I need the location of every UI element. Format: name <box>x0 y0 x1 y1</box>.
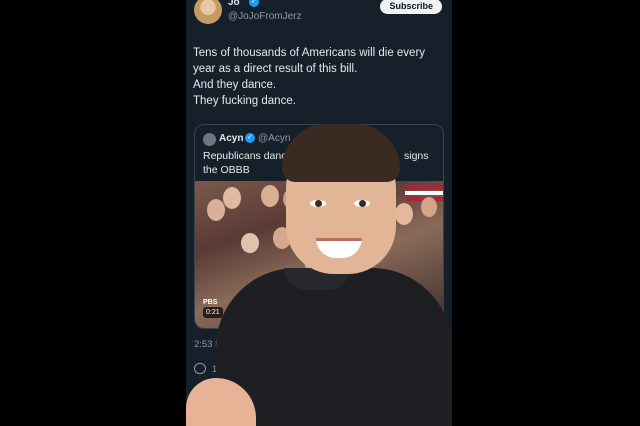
author-name[interactable]: Jo <box>228 0 240 8</box>
tweet-timestamp: 2:53 PM <box>194 339 230 350</box>
crowd-person <box>223 187 241 209</box>
pbs-badge: PBS <box>203 299 218 306</box>
quote-author-handle: @Acyn · 2h <box>258 133 311 144</box>
quote-text-line: the OBBB <box>203 164 250 176</box>
verified-badge-icon: ✓ <box>249 0 259 7</box>
quote-text-line: signs <box>404 150 429 162</box>
tweet-screen: Jo ✓ @JoJoFromJerz Subscribe Tens of tho… <box>186 0 452 426</box>
crowd-person <box>241 233 259 253</box>
quote-text-line: Republicans dancing <box>203 150 301 162</box>
crowd-person <box>395 203 413 225</box>
tweet-text-line: year as a direct result of this bill. <box>193 63 358 75</box>
quote-text: Republicans dancing signs the OBBB <box>203 149 437 177</box>
tweet-text: Tens of thousands of Americans will die … <box>193 45 443 109</box>
flag-stripe <box>405 185 443 189</box>
quote-avatar <box>203 133 216 146</box>
crowd-person <box>283 189 299 209</box>
avatar[interactable] <box>194 0 222 24</box>
video-duration: 0:21 <box>203 307 223 318</box>
quoted-tweet[interactable]: Acyn ✓ @Acyn · 2h Republicans dancing si… <box>194 124 444 329</box>
crowd-person <box>261 185 279 207</box>
quote-author-name: Acyn <box>219 133 244 144</box>
quote-video[interactable]: PBS 0:21 <box>195 181 443 328</box>
crowd-person <box>273 227 291 249</box>
subscribe-button[interactable]: Subscribe <box>380 0 442 14</box>
tweet-text-line: Tens of thousands of Americans will die … <box>193 47 426 59</box>
tweet-header: Jo ✓ @JoJoFromJerz Subscribe <box>194 0 444 26</box>
crowd-person <box>207 199 225 221</box>
author-handle[interactable]: @JoJoFromJerz <box>228 11 302 22</box>
flag-stripe <box>405 191 443 195</box>
reply-count: 1 <box>212 364 218 374</box>
verified-badge-icon: ✓ <box>245 133 255 143</box>
reply-icon[interactable] <box>194 363 206 374</box>
tweet-text-line: They fucking dance. <box>193 95 296 107</box>
tweet-text-line: And they dance. <box>193 79 277 91</box>
crowd-person <box>421 197 437 217</box>
